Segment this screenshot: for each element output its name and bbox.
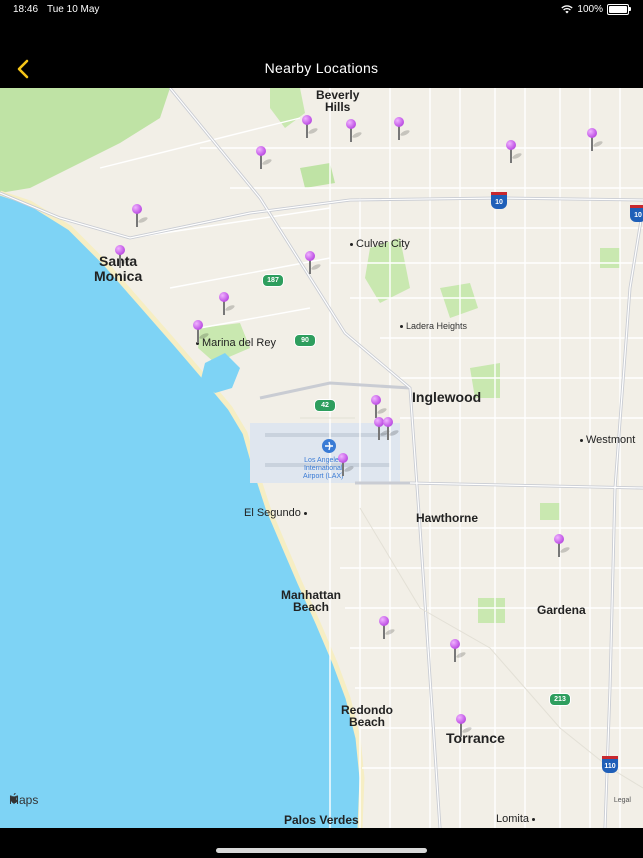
location-pin[interactable] (193, 320, 210, 344)
label-ladera-heights: Ladera Heights (397, 320, 467, 332)
santa-monica-mountains (0, 88, 170, 193)
status-right: 100% (561, 4, 631, 15)
location-pin[interactable] (394, 117, 411, 141)
page-title: Nearby Locations (264, 60, 379, 76)
label-westmont: Westmont (577, 434, 635, 446)
status-date: Tue 10 May (47, 4, 100, 15)
location-pin[interactable] (383, 417, 400, 441)
status-bar: 18:46 Tue 10 May 100% (0, 0, 643, 20)
label-beverly-hills: Beverly Hills (316, 88, 360, 114)
route-90-shield: 90 (294, 334, 316, 347)
location-pin[interactable] (219, 292, 236, 316)
maps-attribution[interactable]: Maps (9, 793, 38, 807)
hills-patch (270, 88, 305, 128)
label-lomita: Lomita (496, 813, 538, 825)
home-indicator[interactable] (216, 848, 427, 853)
location-pin[interactable] (346, 119, 363, 143)
label-manhattan-beach: Manhattan Beach (281, 588, 341, 614)
interstate-10-shield: 10 (491, 192, 507, 209)
location-pin[interactable] (338, 453, 355, 477)
label-gardena: Gardena (537, 603, 586, 617)
label-torrance: Torrance (446, 730, 505, 746)
legal-link[interactable]: Legal (614, 797, 631, 804)
location-pin[interactable] (132, 204, 149, 228)
location-pin[interactable] (506, 140, 523, 164)
battery-percent: 100% (577, 4, 603, 15)
interstate-110-shield: 110 (602, 756, 618, 773)
route-213-shield: 213 (549, 693, 571, 706)
route-187-shield: 187 (262, 274, 284, 287)
location-pin[interactable] (256, 146, 273, 170)
apple-logo-icon (10, 793, 18, 803)
label-redondo-beach: Redondo Beach (341, 703, 393, 729)
park-6 (540, 503, 560, 520)
location-pin[interactable] (371, 395, 388, 419)
location-pin[interactable] (450, 639, 467, 663)
location-pin[interactable] (302, 115, 319, 139)
label-hawthorne: Hawthorne (416, 511, 479, 525)
battery-icon (607, 4, 631, 15)
label-culver-city: Culver City (347, 238, 410, 250)
location-pin[interactable] (554, 534, 571, 558)
location-pin[interactable] (305, 251, 322, 275)
status-time: 18:46 (13, 4, 39, 15)
route-42-shield: 42 (314, 399, 336, 412)
navigation-bar: Nearby Locations (0, 48, 643, 88)
park-3 (440, 283, 478, 318)
label-el-segundo: El Segundo (244, 507, 310, 519)
location-pin[interactable] (456, 714, 473, 738)
location-pin[interactable] (587, 128, 604, 152)
label-inglewood: Inglewood (412, 389, 482, 405)
wifi-icon (561, 5, 574, 14)
label-palos-verdes: Palos Verdes (284, 813, 359, 827)
marina-water (200, 353, 240, 393)
interstate-10-east-shield: 10 (630, 205, 643, 222)
park-7 (600, 248, 620, 268)
location-pin[interactable] (379, 616, 396, 640)
park-5 (478, 598, 505, 623)
map-view[interactable]: BeverlyHills SantaMonica Culver City Lad… (0, 88, 643, 828)
airport-icon (322, 439, 336, 453)
location-pin[interactable] (115, 245, 132, 269)
label-marina-del-rey: Marina del Rey (193, 337, 276, 349)
